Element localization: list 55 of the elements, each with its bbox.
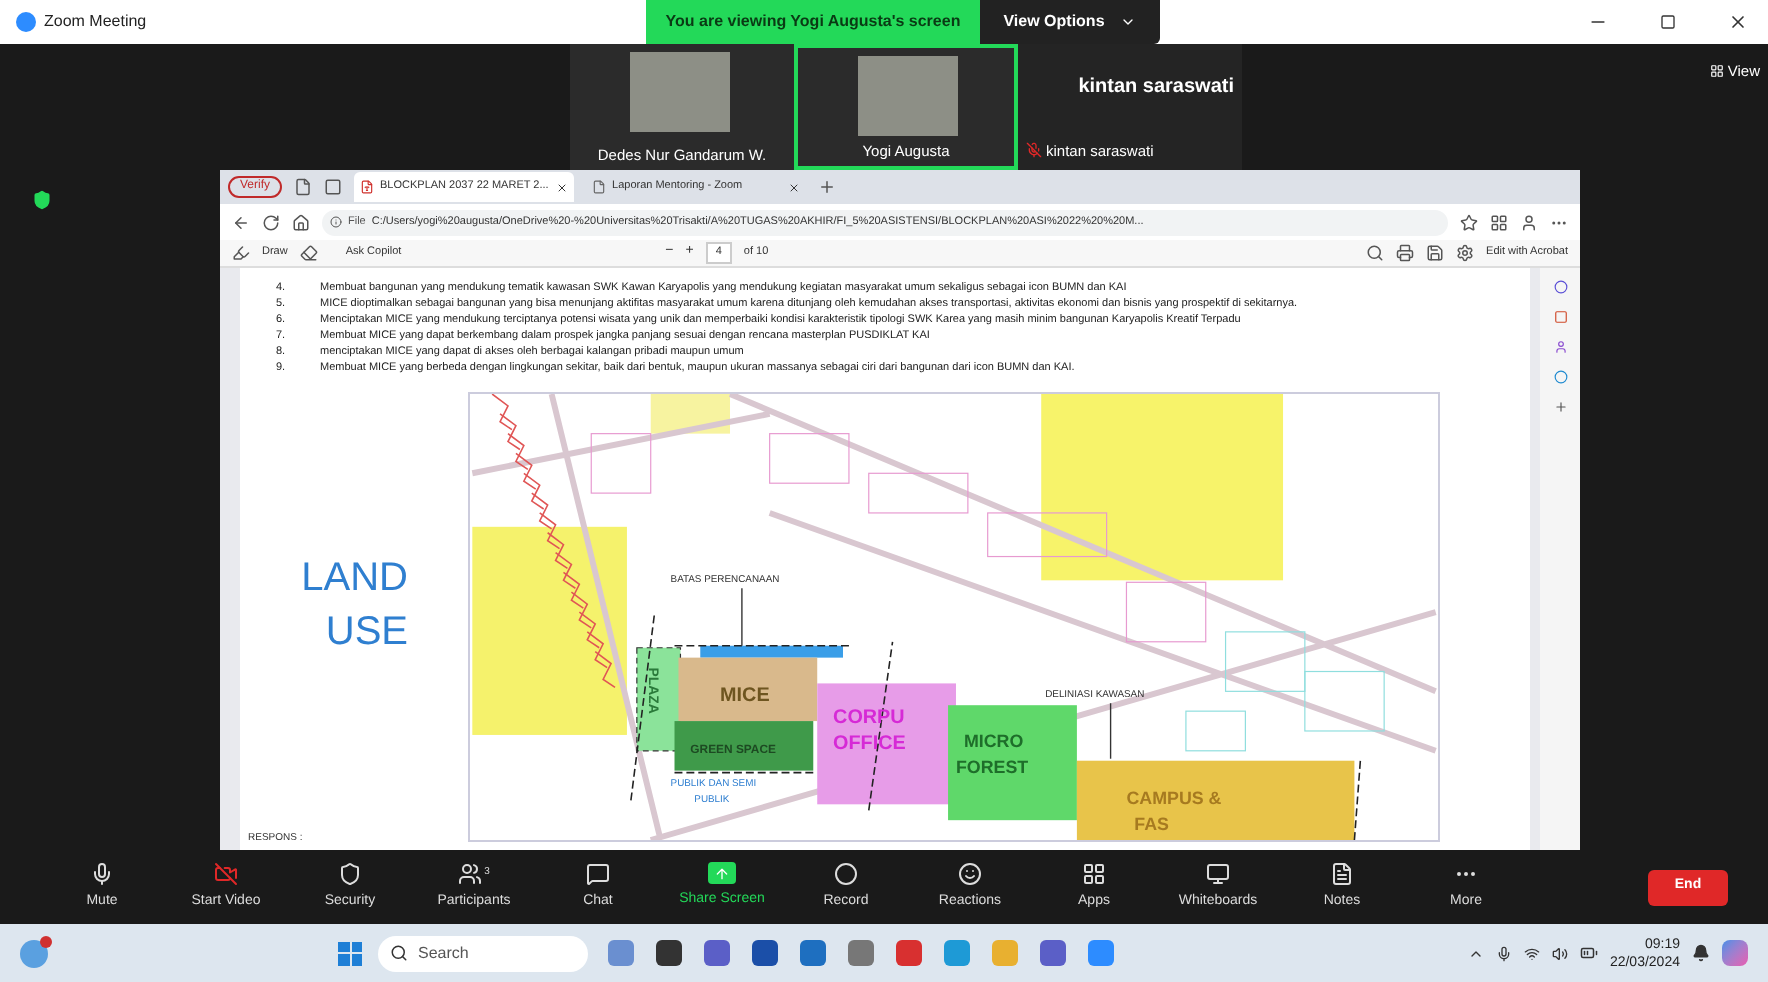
close-icon[interactable] — [788, 181, 801, 193]
windows-start-icon[interactable] — [338, 941, 362, 965]
photo-placeholder — [858, 56, 958, 136]
info-icon — [330, 216, 342, 228]
back-icon[interactable] — [232, 213, 250, 231]
participant-display-name: kintan saraswati — [1078, 74, 1234, 102]
reload-icon[interactable] — [262, 213, 280, 231]
app-icon[interactable] — [1040, 940, 1066, 966]
home-icon[interactable] — [292, 213, 310, 231]
app-icon[interactable] — [656, 940, 682, 966]
window-title: Zoom Meeting — [44, 10, 147, 34]
close-icon[interactable] — [1728, 12, 1748, 32]
view-options-button[interactable]: View Options — [980, 0, 1160, 44]
land-use-heading: USE — [325, 608, 408, 658]
map-label: FOREST — [956, 756, 1029, 777]
close-icon[interactable] — [556, 181, 569, 193]
notification-icon[interactable] — [1692, 944, 1710, 962]
map-label: CORPU — [833, 707, 905, 730]
new-tab-icon[interactable] — [818, 178, 837, 196]
land-use-heading: LAND — [301, 554, 408, 604]
search-icon[interactable] — [1366, 244, 1385, 262]
person-icon[interactable] — [1553, 340, 1567, 354]
microphone-icon[interactable] — [1495, 945, 1512, 961]
eraser-icon[interactable] — [299, 244, 318, 262]
save-icon[interactable] — [1426, 244, 1445, 262]
viewing-banner: You are viewing Yogi Augusta's screen — [646, 0, 980, 44]
tab-actions-icon[interactable] — [294, 178, 313, 196]
app-icon[interactable] — [704, 940, 730, 966]
favorite-icon[interactable] — [1460, 213, 1478, 231]
battery-icon[interactable] — [1579, 944, 1598, 962]
search-icon — [390, 944, 408, 962]
settings-icon[interactable] — [1456, 244, 1475, 262]
pdf-icon — [360, 180, 375, 194]
caret-icon — [1120, 14, 1137, 30]
app-icon[interactable] — [752, 940, 778, 966]
map-label: CAMPUS & — [1126, 788, 1222, 809]
workspace-icon[interactable] — [324, 178, 343, 196]
wifi-icon[interactable] — [1523, 945, 1540, 961]
print-icon[interactable] — [1396, 244, 1415, 262]
add-icon[interactable] — [1553, 400, 1567, 414]
taskbar-search-field[interactable]: Search — [378, 935, 588, 971]
zoom-logo-icon — [16, 12, 36, 32]
highlight-icon[interactable] — [232, 244, 250, 262]
grid-icon — [1709, 64, 1724, 79]
map-label: OFFICE — [833, 732, 906, 755]
profile-icon[interactable] — [1520, 213, 1538, 231]
map-label: FAS — [1134, 814, 1170, 835]
photo-placeholder — [630, 52, 730, 132]
page-icon — [592, 180, 607, 194]
maximize-icon[interactable] — [1660, 14, 1676, 30]
map-label: MICE — [720, 685, 770, 708]
split-icon[interactable] — [1490, 213, 1508, 231]
map-label: MICRO — [963, 730, 1024, 751]
shield-icon — [32, 190, 52, 210]
volume-icon[interactable] — [1551, 945, 1568, 961]
